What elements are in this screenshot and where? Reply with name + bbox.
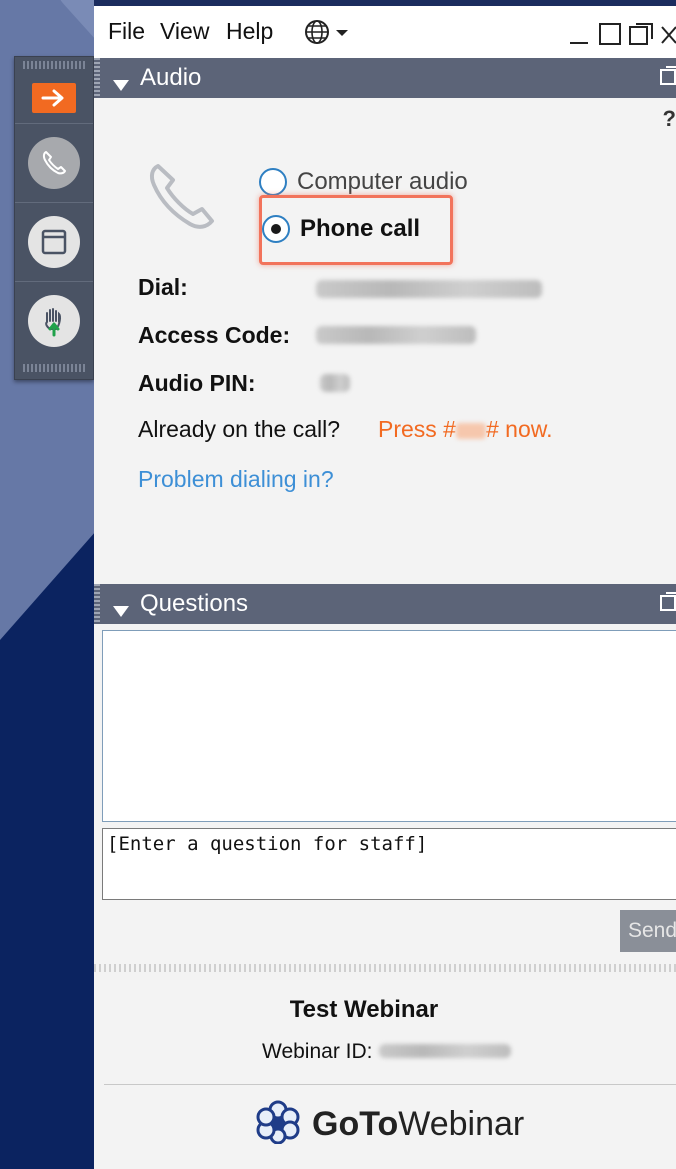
already-on-call-text: Already on the call? xyxy=(138,416,341,442)
audio-toggle-button[interactable] xyxy=(15,123,93,202)
press-code-text: Press # # now. xyxy=(378,416,553,442)
arrow-right-icon xyxy=(32,83,76,113)
menu-help[interactable]: Help xyxy=(226,18,273,45)
webinar-title: Test Webinar xyxy=(289,996,439,1023)
window-toggle-button[interactable] xyxy=(15,202,93,281)
phone-call-label: Phone call xyxy=(300,215,421,242)
question-input[interactable]: [Enter a question for staff] xyxy=(102,828,676,900)
gotowebinar-flower-icon xyxy=(254,1100,302,1148)
questions-log[interactable] xyxy=(102,630,676,822)
popout-icon[interactable] xyxy=(628,22,654,50)
side-toolbar xyxy=(14,56,94,380)
window-icon xyxy=(28,216,80,268)
send-button[interactable]: Send xyxy=(620,910,676,952)
dial-label: Dial: xyxy=(138,274,188,300)
audio-pin-redacted xyxy=(320,374,350,392)
webinar-id-label: Webinar ID: xyxy=(262,1040,373,1063)
webinar-footer: Test Webinar Webinar ID: GoToWebinar xyxy=(94,986,676,1169)
popout-icon[interactable] xyxy=(660,65,676,94)
audio-pin-label: Audio PIN: xyxy=(138,370,256,396)
webinar-id: Webinar ID: xyxy=(262,1040,511,1064)
raise-hand-button[interactable] xyxy=(15,281,93,360)
computer-audio-radio[interactable] xyxy=(259,168,287,196)
gotowebinar-logo: GoToWebinar xyxy=(254,1100,524,1148)
questions-panel-title: Questions xyxy=(140,590,249,617)
computer-audio-option[interactable]: Computer audio xyxy=(259,168,468,196)
access-code-redacted xyxy=(316,326,476,344)
panel-grip[interactable] xyxy=(94,58,100,98)
computer-audio-label: Computer audio xyxy=(297,168,468,195)
panel-divider xyxy=(94,964,676,972)
maximize-icon[interactable] xyxy=(598,22,622,50)
collapse-triangle-icon[interactable] xyxy=(112,598,130,626)
audio-panel-title: Audio xyxy=(140,64,202,91)
audio-panel-body: ? Computer audio Phone call Dial: Access… xyxy=(94,98,676,584)
close-icon[interactable] xyxy=(660,24,676,50)
raise-hand-icon xyxy=(28,295,80,347)
popout-icon[interactable] xyxy=(660,591,676,620)
footer-separator xyxy=(104,1084,676,1085)
collapse-panel-button[interactable] xyxy=(15,73,93,123)
toolbar-grip-bottom[interactable] xyxy=(23,364,85,372)
webinar-id-redacted xyxy=(378,1044,511,1059)
menu-file[interactable]: File xyxy=(108,18,145,45)
phone-handset-icon xyxy=(142,158,222,242)
phone-icon xyxy=(28,137,80,189)
help-button[interactable]: ? xyxy=(663,106,676,132)
dial-number-redacted xyxy=(316,280,542,298)
menu-bar: File View Help xyxy=(94,0,676,58)
toolbar-grip[interactable] xyxy=(23,61,85,69)
questions-panel-header[interactable]: Questions xyxy=(94,584,676,624)
access-code-label: Access Code: xyxy=(138,322,291,348)
logo-wordmark: GoToWebinar xyxy=(312,1104,525,1143)
panel-grip[interactable] xyxy=(94,584,100,624)
audio-panel-header[interactable]: Audio xyxy=(94,58,676,98)
collapse-triangle-icon[interactable] xyxy=(112,72,130,100)
phone-call-option[interactable]: Phone call xyxy=(262,215,420,243)
control-panel-window: File View Help Audio ? Computer audio Ph… xyxy=(94,0,676,1169)
phone-call-radio[interactable] xyxy=(262,215,290,243)
problem-dialing-link[interactable]: Problem dialing in? xyxy=(138,466,334,493)
menu-view[interactable]: View xyxy=(160,18,209,45)
minimize-icon[interactable] xyxy=(568,24,590,50)
globe-icon[interactable] xyxy=(304,19,352,49)
